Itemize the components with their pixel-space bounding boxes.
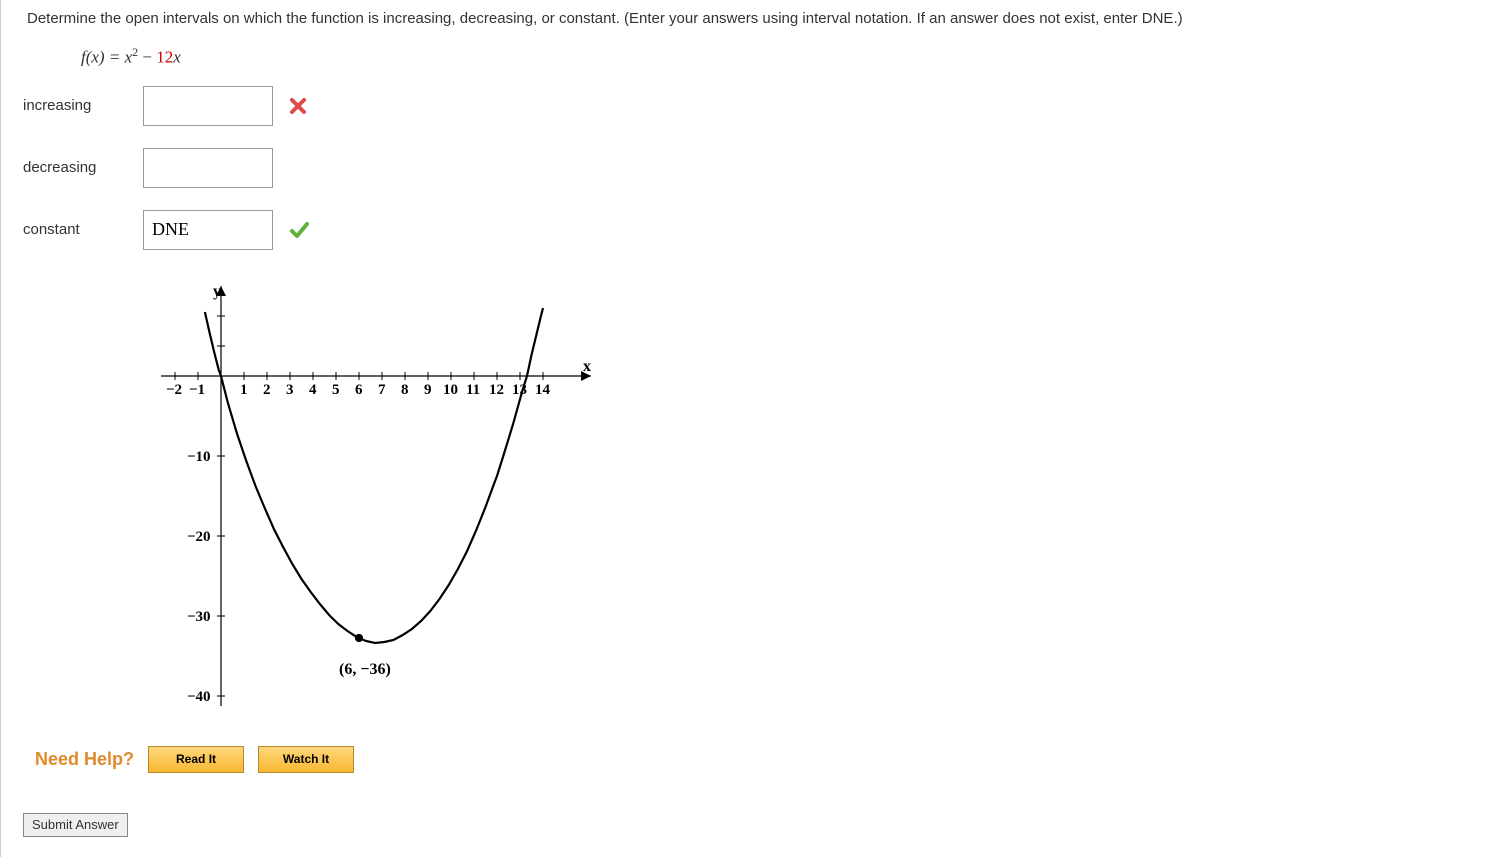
x-tick: 5 [332,382,340,398]
x-tick: 4 [309,382,317,398]
x-tick: 8 [401,382,409,398]
formula-suffix: x [173,48,181,67]
x-tick: 14 [535,382,551,398]
constant-label: constant [23,221,143,238]
graph-svg: y x −2 −1 1 2 3 4 5 6 7 8 9 10 11 12 13 … [151,276,611,716]
submit-row: Submit Answer [1,813,1497,837]
x-mark-icon [289,97,307,115]
y-tick: −40 [187,689,211,705]
y-tick: −30 [187,609,211,625]
increasing-label: increasing [23,97,143,114]
submit-answer-button[interactable]: Submit Answer [23,813,128,837]
x-tick: −1 [189,382,205,398]
need-help-label: Need Help? [35,749,134,770]
formula-coeff: 12 [156,48,173,67]
increasing-input[interactable] [143,86,273,126]
decreasing-input[interactable] [143,148,273,188]
function-formula: f(x) = x2 − 12x [1,45,1497,86]
x-tick: 6 [355,382,363,398]
x-tick: 1 [240,382,248,398]
formula-minus: − [138,48,156,67]
question-prompt: Determine the open intervals on which th… [1,10,1497,45]
vertex-label: (6, −36) [339,661,391,678]
question-container: Determine the open intervals on which th… [0,0,1497,857]
y-tick: −10 [187,449,211,465]
graph-wrap: y x −2 −1 1 2 3 4 5 6 7 8 9 10 11 12 13 … [1,276,1497,720]
check-mark-icon [289,220,309,240]
x-tick: 11 [466,382,480,398]
answer-grid: increasing decreasing constant [1,86,1497,250]
decreasing-label: decreasing [23,159,143,176]
constant-mark [283,220,323,240]
watch-it-button[interactable]: Watch It [258,746,354,773]
parabola-curve [205,308,543,643]
help-row: Need Help? Read It Watch It [1,746,1497,773]
x-tick: −2 [166,382,182,398]
x-axis-label: x [583,358,591,375]
read-it-button[interactable]: Read It [148,746,244,773]
y-axis-label: y [213,283,221,300]
x-tick: 12 [489,382,504,398]
x-tick: 9 [424,382,432,398]
y-tick: −20 [187,529,211,545]
x-tick: 3 [286,382,294,398]
x-tick: 10 [443,382,458,398]
increasing-mark [283,97,323,115]
formula-prefix: f(x) = x [81,48,132,67]
x-tick: 7 [378,382,386,398]
x-tick: 2 [263,382,271,398]
constant-input[interactable] [143,210,273,250]
